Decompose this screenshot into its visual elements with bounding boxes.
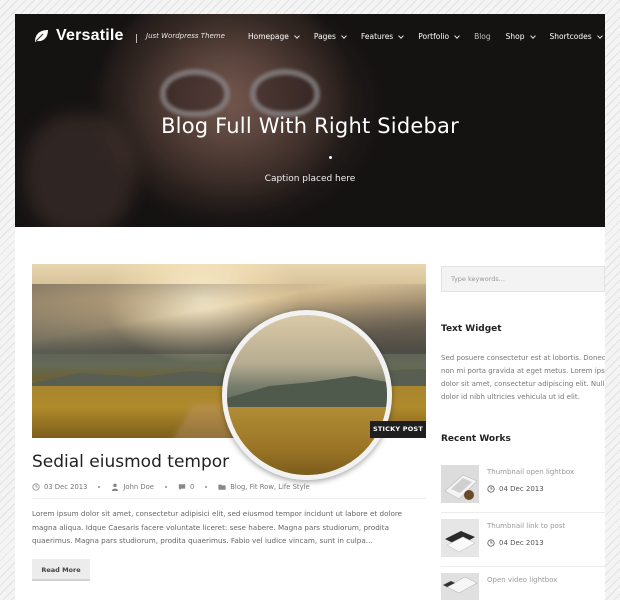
work-date-text: 04 Dec 2013 — [499, 539, 544, 547]
post-categories[interactable]: Blog, Fit Row, Life Style — [230, 483, 309, 491]
work-date-text: 04 Dec 2013 — [499, 485, 544, 493]
nav-item-pages[interactable]: Pages — [313, 32, 347, 41]
text-widget-line: dolor id nibh ultricies vehicula ut id e… — [441, 393, 580, 401]
device-thumbnail-icon — [441, 573, 479, 600]
chevron-down-icon — [529, 32, 536, 39]
read-more-button[interactable]: Read More — [32, 559, 90, 581]
nav-item-shop[interactable]: Shop — [505, 32, 536, 41]
hero-caption: Caption placed here — [264, 174, 356, 184]
text-widget-body: Sed posuere consectetur est at lobortis.… — [441, 352, 605, 404]
leaf-icon — [35, 30, 48, 42]
nav-item-label: Blog — [474, 32, 491, 41]
page-title: Blog Full With Right Sidebar — [161, 114, 459, 138]
brand-tagline: Just Wordpress Theme — [146, 32, 225, 40]
meta-separator — [164, 486, 167, 488]
hero-banner: Versatile Just Wordpress Theme Homepage … — [15, 14, 605, 227]
post-author[interactable]: John Doe — [123, 483, 154, 491]
recent-work-item[interactable]: Thumbnail open lightbox 04 Dec 2013 — [441, 465, 605, 519]
work-title[interactable]: Thumbnail open lightbox — [487, 468, 574, 476]
recent-works-title: Recent Works — [441, 434, 511, 444]
chevron-down-icon — [294, 32, 300, 39]
text-widget-line: dolor sit amet, consectetur adipiscing e… — [441, 380, 605, 388]
nav-item-label: Shop — [505, 32, 525, 41]
nav-item-portfolio[interactable]: Portfolio — [418, 32, 460, 41]
post-excerpt: Lorem ipsum dolor sit amet, consectetur … — [32, 509, 403, 545]
nav-item-blog[interactable]: Blog — [474, 32, 491, 41]
business-card-thumbnail-icon — [441, 519, 479, 557]
work-date: 04 Dec 2013 — [487, 485, 544, 493]
clock-icon — [487, 539, 495, 547]
chevron-down-icon — [454, 32, 460, 39]
text-widget-line: Sed posuere consectetur est at lobortis.… — [441, 354, 605, 362]
sticky-post-badge: STICKY POST — [370, 421, 426, 438]
tagline-divider — [136, 34, 137, 43]
folder-icon — [218, 484, 226, 490]
meta-divider — [32, 498, 426, 499]
magnified-hill — [227, 376, 387, 410]
nav-item-label: Portfolio — [418, 32, 450, 41]
title-dot-divider — [329, 156, 332, 159]
work-date: 04 Dec 2013 — [487, 539, 544, 547]
chevron-down-icon — [398, 32, 405, 39]
site-logo[interactable]: Versatile — [33, 27, 124, 45]
nav-item-label: Features — [360, 32, 394, 41]
chevron-down-icon — [341, 32, 347, 39]
work-title[interactable]: Open video lightbox — [487, 576, 557, 584]
main-nav: Homepage Pages Features Portfolio Blog S… — [248, 32, 605, 41]
text-widget-line: non mi porta gravida at eget metus. Lore… — [441, 367, 605, 375]
comment-icon — [178, 484, 186, 491]
meta-separator — [205, 486, 208, 488]
chevron-down-icon — [596, 32, 603, 39]
post-title[interactable]: Sedial eiusmod tempor — [32, 452, 229, 472]
clock-icon — [32, 483, 40, 491]
work-thumbnail[interactable] — [441, 573, 479, 600]
recent-work-item[interactable]: Thumbnail link to post 04 Dec 2013 — [441, 519, 605, 573]
user-icon — [112, 483, 119, 491]
post-meta: 03 Dec 2013 John Doe 0 Blog, Fit Row, Li… — [32, 483, 310, 491]
post-comment-count[interactable]: 0 — [190, 483, 194, 491]
work-title[interactable]: Thumbnail link to post — [487, 522, 565, 530]
nav-item-shortcodes[interactable]: Shortcodes — [549, 32, 603, 41]
magnified-field — [227, 407, 387, 475]
nav-item-homepage[interactable]: Homepage — [248, 32, 300, 41]
work-thumbnail[interactable] — [441, 519, 479, 557]
text-widget-title: Text Widget — [441, 324, 502, 334]
meta-separator — [98, 486, 101, 488]
work-divider — [441, 566, 605, 567]
brand-name: Versatile — [56, 27, 124, 44]
recent-work-item[interactable]: Open video lightbox — [441, 573, 605, 600]
page-frame: Versatile Just Wordpress Theme Homepage … — [15, 14, 605, 600]
work-thumbnail[interactable] — [441, 465, 479, 503]
search-input[interactable]: Type keywords... — [441, 266, 605, 292]
nav-item-label: Homepage — [248, 32, 289, 41]
nav-item-features[interactable]: Features — [360, 32, 405, 41]
nav-item-label: Pages — [313, 32, 336, 41]
clock-icon — [487, 485, 495, 493]
work-divider — [441, 512, 605, 513]
nav-item-label: Shortcodes — [549, 32, 592, 41]
post-date: 03 Dec 2013 — [44, 483, 88, 491]
laptop-thumbnail-icon — [441, 465, 479, 503]
image-magnifier-lens — [222, 310, 392, 480]
